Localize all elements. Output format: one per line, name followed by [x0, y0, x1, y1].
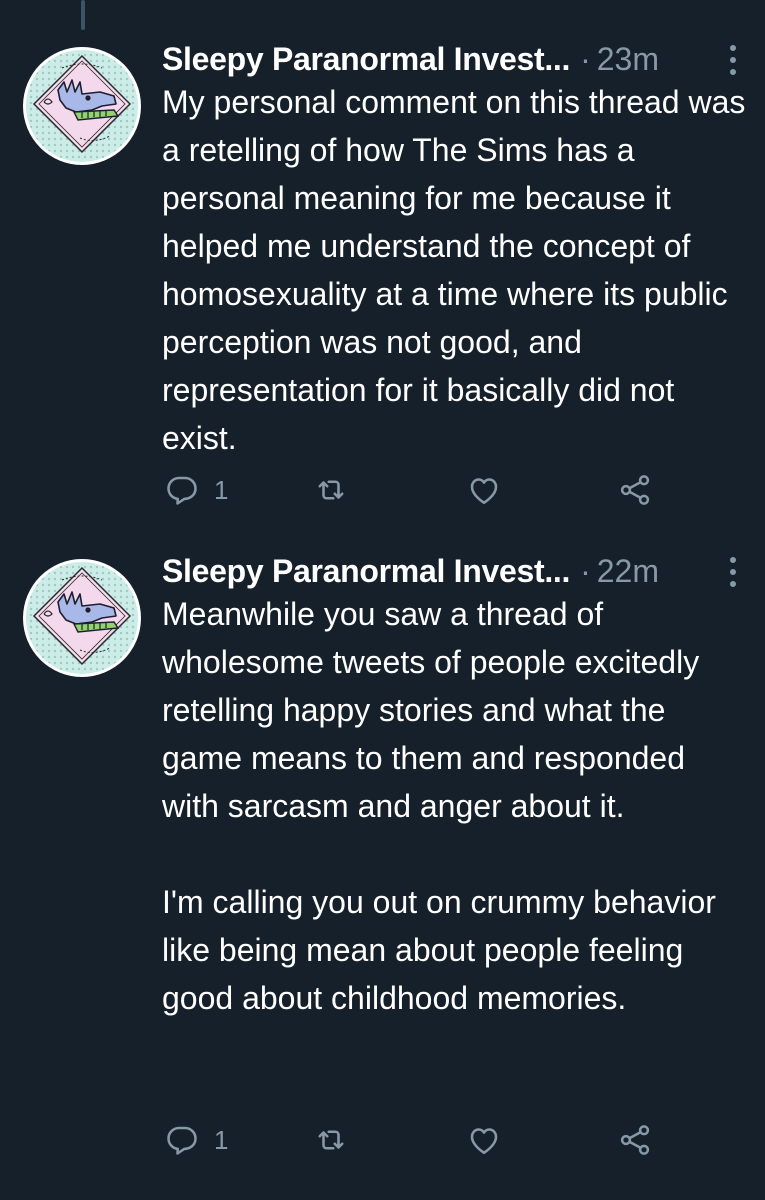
- tweet-actions: 1: [0, 1118, 765, 1162]
- share-icon: [620, 475, 650, 505]
- reply-button[interactable]: 1: [164, 1118, 228, 1162]
- header-separator: ·: [580, 40, 591, 77]
- retweet-icon: [318, 1130, 344, 1150]
- more-options-icon[interactable]: [721, 42, 745, 78]
- reply-button[interactable]: 1: [164, 468, 228, 512]
- reply-icon: [167, 476, 197, 505]
- share-button[interactable]: [616, 1118, 654, 1162]
- author-name[interactable]: Sleepy Paranormal Invest...: [162, 41, 570, 78]
- tweet-actions: 1: [0, 468, 765, 512]
- retweet-button[interactable]: [312, 1118, 350, 1162]
- more-options-icon[interactable]: [721, 554, 745, 590]
- reply-icon: [167, 1126, 197, 1155]
- tweet-timestamp[interactable]: 22m: [597, 553, 659, 590]
- share-icon: [620, 1125, 650, 1155]
- retweet-icon: [318, 480, 344, 500]
- tweet-text: Meanwhile you saw a thread of wholesome …: [162, 590, 747, 1022]
- like-button[interactable]: [466, 1118, 502, 1162]
- like-icon: [470, 1128, 498, 1155]
- tweet-paragraph: Meanwhile you saw a thread of wholesome …: [162, 596, 700, 824]
- tweet-text: My personal comment on this thread was a…: [162, 78, 747, 462]
- tweet-header: Sleepy Paranormal Invest... · 22m: [162, 548, 745, 594]
- tweet-paragraph: My personal comment on this thread was a…: [162, 84, 746, 456]
- author-avatar[interactable]: [22, 46, 142, 166]
- thread-connector-line: [81, 0, 85, 30]
- reply-count: 1: [214, 474, 229, 505]
- tweet-paragraph: I'm calling you out on crummy behavior l…: [162, 884, 716, 1016]
- like-icon: [470, 478, 498, 505]
- tweet-header: Sleepy Paranormal Invest... · 23m: [162, 36, 745, 82]
- header-separator: ·: [580, 552, 591, 589]
- share-button[interactable]: [616, 468, 654, 512]
- retweet-button[interactable]: [312, 468, 350, 512]
- reply-count: 1: [214, 1124, 229, 1155]
- author-name[interactable]: Sleepy Paranormal Invest...: [162, 553, 570, 590]
- tweet-timestamp[interactable]: 23m: [597, 41, 659, 78]
- author-avatar[interactable]: [22, 558, 142, 678]
- like-button[interactable]: [466, 468, 502, 512]
